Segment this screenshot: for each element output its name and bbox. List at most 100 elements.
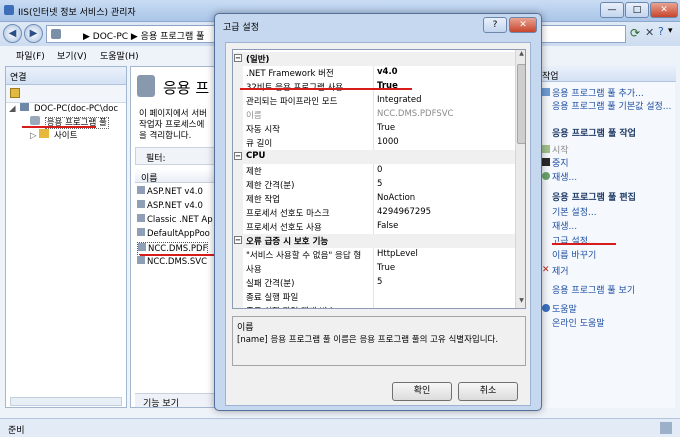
remove-x-icon: ✕ bbox=[542, 265, 550, 275]
stop-icon[interactable]: ✕ bbox=[645, 26, 654, 39]
prop-row-shutdown-exe[interactable]: 종료 실행 파일 bbox=[233, 290, 515, 304]
action-remove[interactable]: 제거 bbox=[552, 264, 569, 277]
pool-row-3[interactable]: Classic .NET Ap bbox=[137, 214, 213, 225]
prop-key: 실패 간격(분) bbox=[246, 279, 295, 289]
prop-row-503-response[interactable]: "서비스 사용할 수 없음" 응답 형 HttpLevel bbox=[233, 248, 515, 262]
status-icon bbox=[660, 422, 672, 434]
menu-help[interactable]: 도움말(H) bbox=[100, 49, 139, 62]
tree-label-sites: 사이트 bbox=[53, 131, 78, 141]
action-rename[interactable]: 이름 바꾸기 bbox=[552, 248, 596, 261]
prop-row-limit[interactable]: 제한 0 bbox=[233, 164, 515, 178]
collapse-toggle-icon[interactable]: − bbox=[234, 236, 242, 244]
action-set-defaults[interactable]: 응용 프로그램 풀 기본값 설정... bbox=[552, 99, 671, 112]
scroll-down-icon[interactable]: ▼ bbox=[517, 297, 525, 307]
prop-row-shutdown-params[interactable]: 종료 실행 파일 매개 변수 bbox=[233, 304, 515, 308]
category-cpu[interactable]: − CPU bbox=[233, 150, 515, 164]
description-title: 이름 bbox=[237, 323, 254, 333]
collapse-toggle-icon[interactable]: − bbox=[234, 54, 242, 62]
grid-scrollbar[interactable]: ▲ ▼ bbox=[515, 50, 525, 308]
prop-key: "서비스 사용할 수 없음" 응답 형 bbox=[246, 251, 362, 261]
collapse-icon[interactable]: ◢ bbox=[9, 104, 16, 114]
tab-features-view[interactable]: 기능 보기 bbox=[143, 396, 179, 409]
prop-value: 1000 bbox=[377, 137, 399, 147]
action-view-apps[interactable]: 응용 프로그램 풀 보기 bbox=[552, 283, 635, 296]
server-icon bbox=[51, 29, 61, 39]
prop-row-auto-start[interactable]: 자동 시작 True bbox=[233, 122, 515, 136]
prop-row-name[interactable]: 이름 NCC.DMS.PDFSVC bbox=[233, 108, 515, 122]
category-label: CPU bbox=[246, 151, 266, 161]
prop-value: NCC.DMS.PDFSVC bbox=[377, 109, 454, 119]
action-stop[interactable]: 중지 bbox=[552, 156, 569, 169]
pool-row-1[interactable]: ASP.NET v4.0 bbox=[137, 186, 203, 197]
pool-icon bbox=[137, 256, 145, 264]
action-help[interactable]: 도움말 bbox=[552, 302, 577, 315]
ok-button[interactable]: 확인 bbox=[392, 382, 452, 401]
action-add-app-pool[interactable]: 응용 프로그램 풀 추가... bbox=[552, 86, 644, 99]
prop-value: False bbox=[377, 221, 399, 231]
pool-row-4[interactable]: DefaultAppPoo bbox=[137, 228, 210, 239]
app-pools-feature-panel: 응용 프 이 페이지에서 서버 작업자 프로세스에 을 격리합니다. 필터: 이… bbox=[130, 66, 219, 409]
category-general[interactable]: − (일반) bbox=[233, 52, 515, 66]
refresh-icon[interactable]: ⟳ bbox=[630, 26, 640, 40]
action-recycling[interactable]: 재생... bbox=[552, 219, 577, 232]
prop-row-limit-action[interactable]: 제한 작업 NoAction bbox=[233, 192, 515, 206]
pool-icon bbox=[137, 200, 145, 208]
prop-row-affinity-enabled[interactable]: 프로세서 선호도 사용 False bbox=[233, 220, 515, 234]
maximize-button[interactable]: □ bbox=[625, 2, 649, 18]
status-text: 준비 bbox=[8, 426, 25, 436]
pool-icon bbox=[137, 186, 145, 194]
tree-item-sites[interactable]: ▷ 사이트 bbox=[30, 129, 77, 141]
connections-header: 연결 bbox=[6, 67, 126, 85]
action-recycle[interactable]: 재생... bbox=[552, 170, 577, 183]
pool-name: ASP.NET v4.0 bbox=[147, 187, 203, 197]
menu-file[interactable]: 파일(F) bbox=[16, 49, 45, 62]
prop-row-affinity-mask[interactable]: 프로세서 선호도 마스크 4294967295 bbox=[233, 206, 515, 220]
pool-row-6[interactable]: NCC.DMS.SVC bbox=[137, 256, 207, 267]
prop-row-32bit[interactable]: 32비트 응용 프로그램 사용True bbox=[233, 80, 515, 94]
cancel-button[interactable]: 취소 bbox=[458, 382, 518, 401]
description-text: [name] 응용 프로그램 풀 이름은 응용 프로그램 풀의 고유 식별자입니… bbox=[237, 335, 499, 345]
menu-view[interactable]: 보기(V) bbox=[57, 49, 87, 62]
scroll-up-icon[interactable]: ▲ bbox=[517, 50, 525, 60]
prop-key: 종료 실행 파일 bbox=[246, 293, 299, 303]
back-icon[interactable]: ◀ bbox=[3, 24, 22, 43]
prop-value: 5 bbox=[377, 179, 383, 189]
actions-title: 작업 bbox=[542, 72, 559, 82]
action-basic-settings[interactable]: 기본 설정... bbox=[552, 205, 597, 218]
help-dropdown-icon[interactable]: ▾ bbox=[668, 26, 673, 36]
app-pool-icon bbox=[30, 116, 40, 125]
view-tabs: 기능 보기 bbox=[135, 393, 219, 409]
prop-row-pipeline-mode[interactable]: 관리되는 파이프라인 모드 Integrated bbox=[233, 94, 515, 108]
close-button[interactable]: ✕ bbox=[650, 2, 678, 18]
pool-row-2[interactable]: ASP.NET v4.0 bbox=[137, 200, 203, 211]
prop-row-dotnet-version[interactable]: .NET Framework 버전 v4.0 bbox=[233, 66, 515, 80]
tree-label-server: DOC-PC(doc-PC\doc bbox=[33, 104, 119, 114]
expand-icon[interactable]: ▷ bbox=[30, 131, 37, 141]
dialog-help-button[interactable]: ? bbox=[483, 17, 507, 33]
prop-value: 5 bbox=[377, 277, 383, 287]
category-rapid-fail[interactable]: − 오류 급증 시 보호 기능 bbox=[233, 234, 515, 248]
category-label: (일반) bbox=[246, 55, 270, 65]
column-header-name[interactable]: 이름 bbox=[135, 169, 219, 184]
pool-icon bbox=[138, 243, 146, 251]
prop-row-enabled[interactable]: 사용 True bbox=[233, 262, 515, 276]
tree-item-server[interactable]: ◢ DOC-PC(doc-PC\doc bbox=[9, 103, 118, 114]
prop-key: 제한 작업 bbox=[246, 195, 280, 205]
collapse-toggle-icon[interactable]: − bbox=[234, 152, 242, 160]
connections-scrollbar[interactable] bbox=[10, 397, 122, 406]
action-advanced-settings[interactable]: 고급 설정... bbox=[552, 234, 597, 247]
forward-icon[interactable]: ▶ bbox=[24, 24, 43, 43]
connect-icon[interactable] bbox=[10, 88, 20, 98]
prop-row-failure-interval[interactable]: 실패 간격(분) 5 bbox=[233, 276, 515, 290]
connections-title: 연결 bbox=[10, 73, 27, 83]
annotation-underline-app-pools bbox=[22, 126, 96, 128]
scroll-thumb[interactable] bbox=[517, 64, 525, 144]
prop-row-limit-interval[interactable]: 제한 간격(분) 5 bbox=[233, 178, 515, 192]
feature-desc-line-3: 을 격리합니다. bbox=[139, 131, 192, 141]
prop-row-queue-length[interactable]: 큐 길이 1000 bbox=[233, 136, 515, 150]
dialog-close-button[interactable]: ✕ bbox=[509, 17, 537, 33]
action-online-help[interactable]: 온라인 도움말 bbox=[552, 316, 605, 329]
stop-square-icon bbox=[542, 158, 550, 166]
minimize-button[interactable]: — bbox=[600, 2, 624, 18]
help-icon[interactable]: ? bbox=[658, 25, 664, 38]
